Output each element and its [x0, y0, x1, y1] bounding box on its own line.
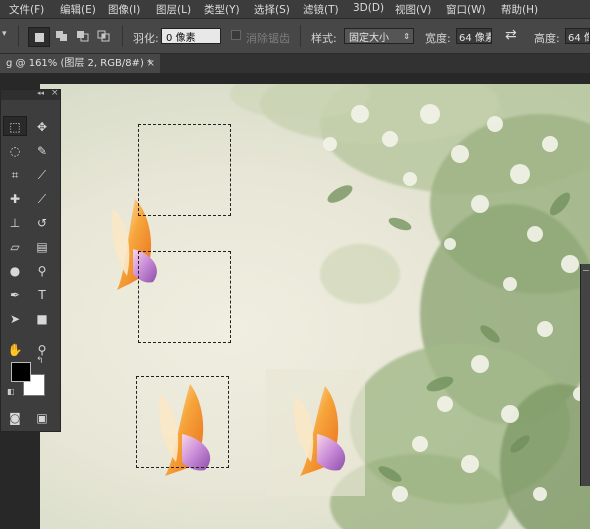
history-brush-icon[interactable]: ↺ — [32, 213, 52, 233]
width-input[interactable]: 64 像素 — [456, 28, 492, 44]
feather-label: 羽化: — [133, 32, 159, 45]
width-label: 宽度: — [425, 32, 451, 45]
divider — [300, 25, 301, 47]
tool-preset-dropdown-icon[interactable]: ▾ — [2, 29, 7, 39]
tools-panel: ◂◂ × ⬚ ✥ ◌ ✎ ⌗ ⟋ ✚ ⟋ ⊥ ↺ ▱ ▤ ● ⚲ ✒ T ➤ ■ ✋ ⚲ ◙ ▣ ↰ ◧ — [0, 88, 61, 432]
collapse-panel-icon[interactable]: ◂◂ — [37, 89, 44, 97]
move-icon[interactable]: ✥ — [32, 117, 52, 137]
default-colors-icon[interactable]: ◧ — [7, 387, 15, 396]
crop-icon[interactable]: ⌗ — [5, 165, 25, 185]
height-value: 64 像 — [568, 32, 589, 44]
blur-icon[interactable]: ● — [5, 261, 25, 281]
menu-select[interactable]: 选择(S) — [254, 2, 290, 17]
clone-stamp-icon[interactable]: ⊥ — [5, 213, 25, 233]
close-panel-icon[interactable]: × — [51, 88, 59, 98]
eraser-icon[interactable]: ▱ — [5, 237, 25, 257]
menu-3d[interactable]: 3D(D) — [353, 2, 384, 14]
antialias-label: 消除锯齿 — [246, 32, 290, 45]
feather-value: 0 像素 — [166, 32, 196, 44]
rectangle-shape-icon[interactable]: ■ — [32, 309, 52, 329]
menu-window[interactable]: 窗口(W) — [446, 2, 486, 17]
close-tab-icon[interactable]: × — [147, 54, 155, 73]
document-tab-bar: g @ 161% (图层 2, RGB/8#) * × — [0, 54, 590, 73]
antialias-checkbox[interactable] — [231, 30, 241, 40]
swap-dimensions-icon[interactable]: ⇄ — [505, 27, 517, 43]
style-select[interactable]: 固定大小 ⇕ — [344, 28, 414, 44]
feather-input[interactable]: 0 像素 — [161, 28, 221, 44]
document-tab[interactable]: g @ 161% (图层 2, RGB/8#) * × — [0, 54, 160, 73]
divider — [122, 25, 123, 47]
marquee-selection[interactable] — [136, 376, 229, 468]
height-input[interactable]: 64 像 — [565, 28, 590, 44]
menu-layer[interactable]: 图层(L) — [156, 2, 191, 17]
divider — [18, 25, 19, 47]
add-to-selection-icon — [55, 31, 67, 41]
hand-icon[interactable]: ✋ — [5, 340, 25, 360]
menu-bar: 文件(F) 编辑(E) 图像(I) 图层(L) 类型(Y) 选择(S) 滤镜(T… — [0, 0, 590, 19]
dodge-icon[interactable]: ⚲ — [32, 261, 52, 281]
menu-image[interactable]: 图像(I) — [108, 2, 140, 17]
options-bar: ▾ 羽化: 0 像素 消除锯齿 样式: 固定大小 ⇕ 宽度: 64 像素 ⇄ 高… — [0, 19, 590, 54]
type-icon[interactable]: T — [32, 285, 52, 305]
height-label: 高度: — [534, 32, 560, 45]
right-panel-dock[interactable] — [580, 264, 590, 486]
quick-selection-icon[interactable]: ✎ — [32, 141, 52, 161]
marquee-selection[interactable] — [138, 124, 231, 216]
subtract-from-selection-button[interactable] — [73, 27, 91, 45]
menu-type[interactable]: 类型(Y) — [204, 2, 240, 17]
menu-help[interactable]: 帮助(H) — [501, 2, 538, 17]
add-to-selection-button[interactable] — [52, 27, 70, 45]
select-arrows-icon: ⇕ — [403, 31, 410, 41]
path-selection-icon[interactable]: ➤ — [5, 309, 25, 329]
width-value: 64 像素 — [459, 32, 492, 44]
eyedropper-icon[interactable]: ⟋ — [32, 165, 52, 185]
menu-filter[interactable]: 滤镜(T) — [303, 2, 339, 17]
menu-view[interactable]: 视图(V) — [395, 2, 431, 17]
style-label: 样式: — [311, 32, 337, 45]
panel-grip — [583, 270, 589, 271]
document-canvas[interactable] — [40, 84, 590, 529]
gradient-icon[interactable]: ▤ — [32, 237, 52, 257]
foreground-color-swatch[interactable] — [11, 362, 31, 382]
swap-colors-icon[interactable]: ↰ — [36, 356, 44, 366]
new-selection-icon — [34, 32, 44, 42]
screen-mode-icon[interactable]: ▣ — [32, 408, 52, 428]
pen-icon[interactable]: ✒ — [5, 285, 25, 305]
intersect-selection-icon — [97, 30, 109, 42]
new-selection-button[interactable] — [28, 27, 50, 47]
lasso-icon[interactable]: ◌ — [5, 141, 25, 161]
document-tab-title: g @ 161% (图层 2, RGB/8#) * — [6, 58, 153, 69]
photo-background — [112, 84, 590, 529]
marquee-selection[interactable] — [138, 251, 231, 343]
menu-edit[interactable]: 编辑(E) — [60, 2, 96, 17]
tools-panel-header[interactable]: ◂◂ × — [1, 88, 60, 100]
menu-file[interactable]: 文件(F) — [9, 2, 44, 17]
rectangular-marquee-icon[interactable]: ⬚ — [5, 117, 25, 137]
brush-icon[interactable]: ⟋ — [32, 189, 52, 209]
quick-mask-icon[interactable]: ◙ — [5, 408, 25, 428]
subtract-from-selection-icon — [76, 31, 88, 42]
intersect-selection-button[interactable] — [94, 27, 112, 45]
healing-brush-icon[interactable]: ✚ — [5, 189, 25, 209]
style-value: 固定大小 — [349, 32, 389, 44]
